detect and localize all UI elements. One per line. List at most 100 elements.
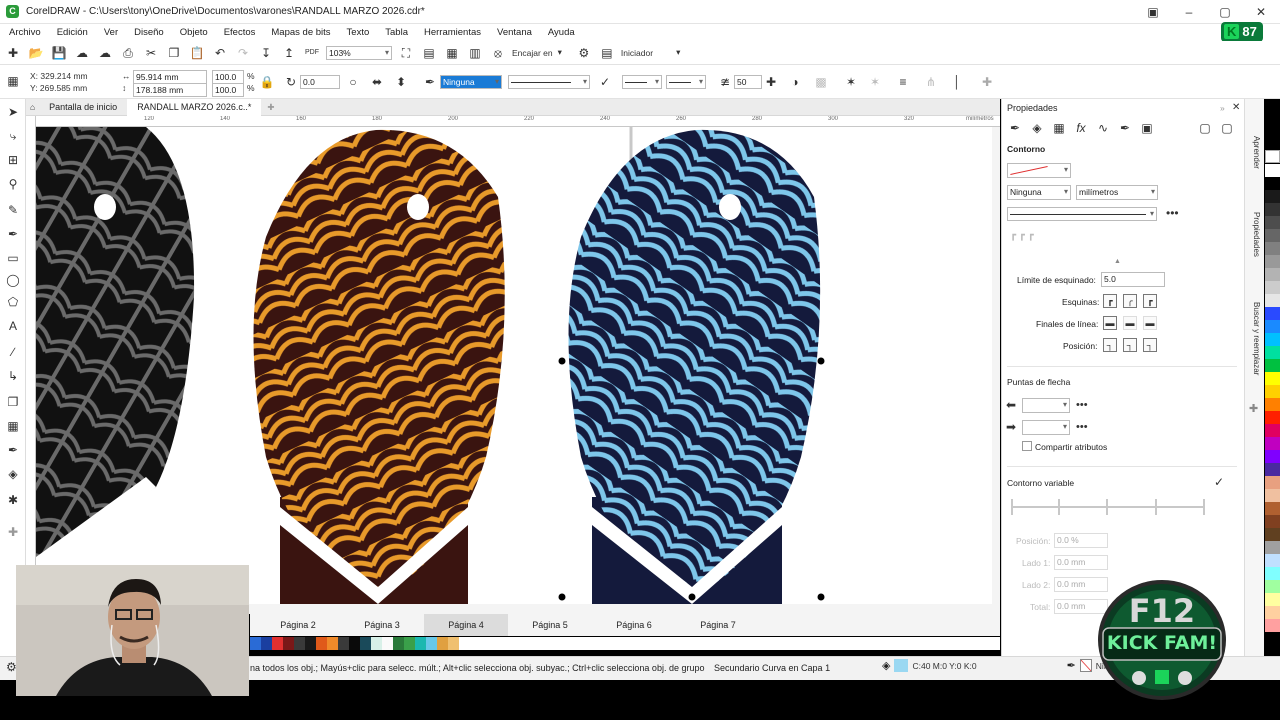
palette-swatch[interactable] bbox=[1265, 307, 1280, 320]
scale-height-field[interactable]: 100.0 bbox=[212, 83, 244, 97]
palette-swatch[interactable] bbox=[1265, 593, 1280, 606]
add-tab-icon[interactable]: ✚ bbox=[261, 102, 280, 113]
snap-icon[interactable]: ⦻ bbox=[489, 44, 507, 62]
start-arrow-more-icon[interactable]: ••• bbox=[1076, 399, 1088, 411]
menu-efectos[interactable]: Efectos bbox=[224, 27, 256, 38]
grid-icon[interactable]: ▦ bbox=[443, 44, 461, 62]
palette-swatch[interactable] bbox=[1265, 385, 1280, 398]
palette-swatch[interactable] bbox=[338, 637, 349, 650]
end-arrow-select[interactable] bbox=[666, 75, 706, 89]
share-attributes-checkbox[interactable] bbox=[1022, 441, 1032, 451]
palette-swatch[interactable] bbox=[371, 637, 382, 650]
palette-swatch[interactable] bbox=[1265, 619, 1280, 632]
palette-swatch[interactable] bbox=[1265, 567, 1280, 580]
palette-swatch[interactable] bbox=[1265, 476, 1280, 489]
parallel-dimension-tool-icon[interactable]: ∕ bbox=[4, 343, 22, 361]
shape-tool-icon[interactable]: ✶ bbox=[842, 73, 860, 91]
export-icon[interactable]: ↥ bbox=[280, 44, 298, 62]
palette-swatch[interactable] bbox=[1265, 580, 1280, 593]
fill-tab-icon[interactable]: ◈ bbox=[1028, 119, 1046, 137]
mirror-horizontal-icon[interactable]: ⬌ bbox=[368, 73, 386, 91]
palette-swatch[interactable] bbox=[1265, 346, 1280, 359]
pick-tool-icon[interactable]: ➤ bbox=[4, 103, 22, 121]
palette-swatch[interactable] bbox=[1265, 203, 1280, 216]
home-icon[interactable]: ⌂ bbox=[26, 102, 39, 112]
palette-swatch[interactable] bbox=[1265, 177, 1280, 190]
palette-swatch[interactable] bbox=[1265, 424, 1280, 437]
palette-swatch[interactable] bbox=[448, 637, 459, 650]
cap-square-icon[interactable]: ▬ bbox=[1143, 316, 1157, 330]
palette-swatch[interactable] bbox=[316, 637, 327, 650]
extract-icon[interactable]: ▩ bbox=[812, 73, 830, 91]
collapse-section-icon[interactable]: ▲ bbox=[1114, 258, 1121, 265]
menu-mapas-de-bits[interactable]: Mapas de bits bbox=[271, 27, 330, 38]
palette-swatch[interactable] bbox=[1265, 411, 1280, 424]
corner-bevel-icon[interactable]: ┏ bbox=[1143, 294, 1157, 308]
var-position-field[interactable]: 0.0 % bbox=[1054, 533, 1108, 548]
no-color-swatch[interactable] bbox=[1265, 150, 1280, 163]
palette-swatch[interactable] bbox=[1265, 437, 1280, 450]
mirror-vertical-icon[interactable]: ⬍ bbox=[392, 73, 410, 91]
tab-page-3[interactable]: Página 3 bbox=[340, 614, 424, 636]
palette-swatch[interactable] bbox=[283, 637, 294, 650]
palette-swatch[interactable] bbox=[1265, 450, 1280, 463]
frame-tab-icon[interactable]: ▢ bbox=[1196, 119, 1214, 137]
undo-icon[interactable]: ↶ bbox=[211, 44, 229, 62]
sandal-blue-selected[interactable] bbox=[558, 129, 825, 604]
palette-swatch[interactable] bbox=[1265, 528, 1280, 541]
position-outside-icon[interactable]: ┐ bbox=[1103, 338, 1117, 352]
drop-shadow-tool-icon[interactable]: ❐ bbox=[4, 393, 22, 411]
palette-swatch[interactable] bbox=[294, 637, 305, 650]
workspace-menu[interactable]: Iniciador bbox=[621, 48, 653, 58]
horizontal-ruler[interactable]: 120 140 160 180 200 220 240 260 280 300 … bbox=[36, 116, 1000, 127]
palette-swatch[interactable] bbox=[426, 637, 437, 650]
palette-swatch[interactable] bbox=[250, 637, 261, 650]
artistic-media-tool-icon[interactable]: ✒ bbox=[4, 225, 22, 243]
tab-propiedades[interactable]: Propiedades bbox=[1247, 212, 1261, 257]
menu-texto[interactable]: Texto bbox=[347, 27, 370, 38]
maximize-button[interactable]: ▢ bbox=[1212, 3, 1238, 21]
start-arrowhead-select[interactable] bbox=[1022, 398, 1070, 413]
object-origin-icon[interactable]: ▦ bbox=[4, 72, 22, 90]
more-options-icon[interactable]: ••• bbox=[1166, 206, 1179, 220]
rotation-field[interactable]: 0.0 bbox=[300, 75, 340, 89]
palette-swatch[interactable] bbox=[1265, 242, 1280, 255]
outline-swatch[interactable] bbox=[1079, 659, 1092, 672]
palette-swatch[interactable] bbox=[1265, 333, 1280, 346]
palette-swatch[interactable] bbox=[1265, 463, 1280, 476]
outline-color-select[interactable] bbox=[1007, 163, 1071, 178]
lock-ratio-icon[interactable]: 🔒 bbox=[258, 73, 276, 91]
object-height-field[interactable]: 178.188 mm bbox=[133, 83, 207, 97]
docker-collapse-icon[interactable]: » bbox=[1220, 103, 1225, 113]
save-icon[interactable]: 💾 bbox=[50, 44, 68, 62]
menu-diseno[interactable]: Diseño bbox=[134, 27, 164, 38]
distribute-icon[interactable]: ⋔ bbox=[922, 73, 940, 91]
palette-swatch[interactable] bbox=[1265, 294, 1280, 307]
align-icon[interactable]: │ bbox=[948, 73, 966, 91]
menu-ayuda[interactable]: Ayuda bbox=[548, 27, 575, 38]
close-curve-icon[interactable]: ◑ bbox=[786, 73, 804, 91]
menu-herramientas[interactable]: Herramientas bbox=[424, 27, 481, 38]
cut-icon[interactable]: ✂ bbox=[142, 44, 160, 62]
menu-archivo[interactable]: Archivo bbox=[9, 27, 41, 38]
palette-swatch[interactable] bbox=[305, 637, 316, 650]
rectangle-tool-icon[interactable]: ▭ bbox=[4, 249, 22, 267]
effects-tab-icon[interactable]: fx bbox=[1072, 119, 1090, 137]
text-tool-icon[interactable]: A bbox=[4, 317, 22, 335]
increment-icon[interactable]: ✚ bbox=[762, 73, 780, 91]
workspace-chevron-icon[interactable]: ▾ bbox=[676, 47, 680, 58]
cloud-upload-icon[interactable]: ☁ bbox=[73, 44, 91, 62]
menu-edicion[interactable]: Edición bbox=[57, 27, 88, 38]
palette-swatch[interactable] bbox=[1265, 190, 1280, 203]
menu-ver[interactable]: Ver bbox=[104, 27, 118, 38]
outline-pen-dialog-icon[interactable]: ✓ bbox=[596, 73, 614, 91]
zoom-select[interactable]: 103% bbox=[326, 45, 392, 60]
ellipse-tool-icon[interactable]: ◯ bbox=[4, 271, 22, 289]
palette-swatch[interactable] bbox=[1265, 216, 1280, 229]
cloud-sync-icon[interactable]: ☁ bbox=[96, 44, 114, 62]
menu-objeto[interactable]: Objeto bbox=[180, 27, 208, 38]
palette-swatch[interactable] bbox=[415, 637, 426, 650]
variable-outline-track[interactable] bbox=[1011, 506, 1205, 508]
smooth-icon[interactable]: ✶ bbox=[866, 73, 884, 91]
var-side1-field[interactable]: 0.0 mm bbox=[1054, 555, 1108, 570]
